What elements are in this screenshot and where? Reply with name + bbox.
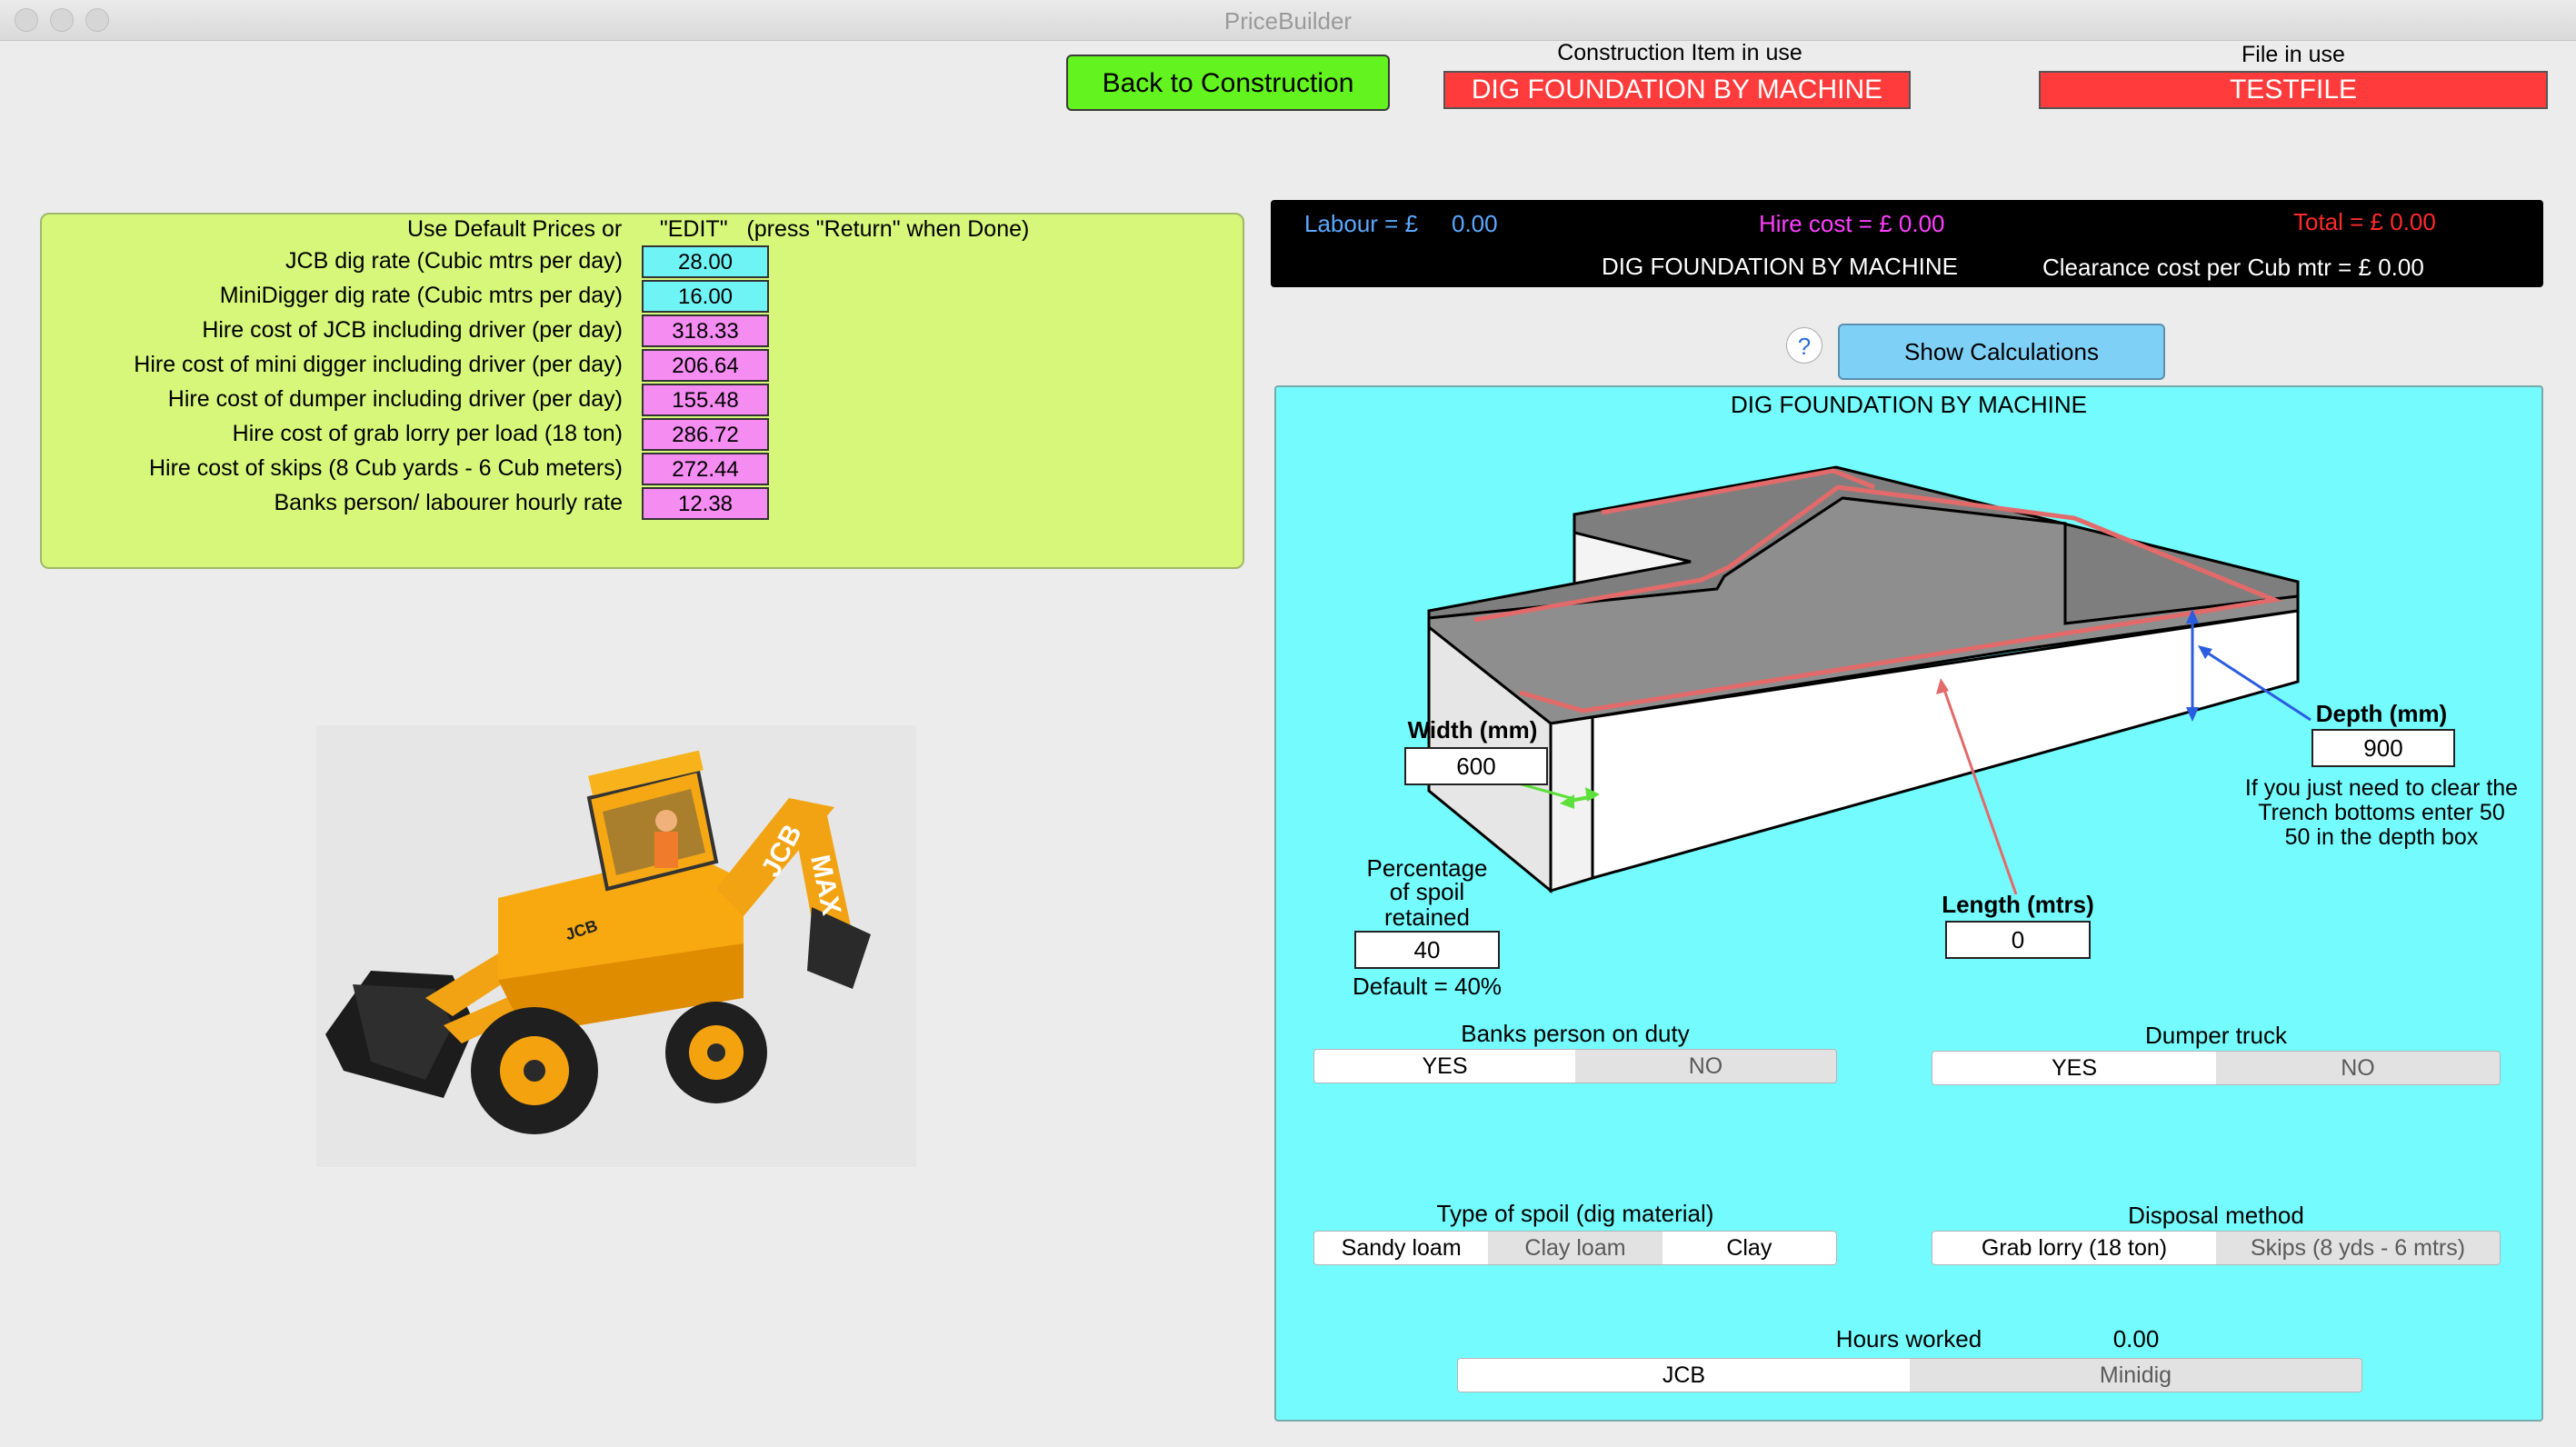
banks-person-rate-label: Banks person/ labourer hourly rate <box>274 490 623 515</box>
window-title: PriceBuilder <box>1223 7 1353 35</box>
dumper-no-option[interactable]: NO <box>2216 1052 2500 1084</box>
jcb-digger-image: JCB JCB MAX <box>316 725 916 1167</box>
construction-item-value: DIG FOUNDATION BY MACHINE <box>1443 71 1911 109</box>
spoil-type-label: Type of spoil (dig material) <box>1436 1200 1714 1227</box>
minidigger-dig-rate-label: MiniDigger dig rate (Cubic mtrs per day) <box>219 283 623 308</box>
show-calculations-button[interactable]: Show Calculations <box>1838 324 2165 380</box>
length-label: Length (mtrs) <box>1942 891 2094 918</box>
help-icon[interactable]: ? <box>1786 327 1822 364</box>
grab-lorry-cost-field[interactable]: 286.72 <box>642 418 769 451</box>
dumper-hire-cost-field[interactable]: 155.48 <box>642 384 769 416</box>
sandy-loam-option[interactable]: Sandy loam <box>1314 1232 1489 1264</box>
jcb-hire-cost-label: Hire cost of JCB including driver (per d… <box>202 317 623 343</box>
labour-label: Labour = £ <box>1304 210 1419 237</box>
mini-digger-hire-cost-label: Hire cost of mini digger including drive… <box>134 352 623 377</box>
spoil-type-selector: Sandy loam Clay loam Clay <box>1313 1231 1837 1265</box>
hire-cost-summary: Hire cost = £ 0.00 <box>1759 210 1945 237</box>
disposal-method-label: Disposal method <box>2128 1202 2304 1229</box>
depth-label: Depth (mm) <box>2315 700 2448 727</box>
depth-note-line-3: 50 in the depth box <box>2284 824 2479 850</box>
spoil-retained-label-2: of spoil <box>1389 878 1465 905</box>
dumper-truck-label: Dumper truck <box>2144 1022 2288 1049</box>
labour-value: 0.00 <box>1452 210 1498 237</box>
hours-worked-value: 0.00 <box>2112 1325 2160 1352</box>
spoil-default-note: Default = 40% <box>1352 973 1503 1000</box>
file-in-use-label: File in use <box>2242 42 2345 67</box>
skips-option[interactable]: Skips (8 yds - 6 mtrs) <box>2216 1232 2500 1264</box>
machine-selector: JCB Minidig <box>1457 1358 2362 1392</box>
dumper-hire-cost-label: Hire cost of dumper including driver (pe… <box>167 386 623 412</box>
total-summary: Total = £ 0.00 <box>2293 208 2436 235</box>
mini-digger-hire-cost-field[interactable]: 206.64 <box>642 349 769 382</box>
construction-item-label: Construction Item in use <box>1557 40 1802 65</box>
minidig-option[interactable]: Minidig <box>1910 1359 2361 1392</box>
spoil-retained-input[interactable]: 40 <box>1354 931 1500 969</box>
length-input[interactable]: 0 <box>1945 921 2091 959</box>
spoil-retained-label-3: retained <box>1384 903 1470 931</box>
minidigger-dig-rate-field[interactable]: 16.00 <box>642 280 769 313</box>
depth-note-line-2: Trench bottoms enter 50 <box>2258 800 2505 825</box>
dumper-yes-option[interactable]: YES <box>1932 1052 2216 1084</box>
clearance-cost-summary: Clearance cost per Cub mtr = £ 0.00 <box>2042 254 2424 281</box>
disposal-method-selector: Grab lorry (18 ton) Skips (8 yds - 6 mtr… <box>1932 1231 2501 1265</box>
summary-item-name: DIG FOUNDATION BY MACHINE <box>1602 253 1958 280</box>
jcb-dig-rate-label: JCB dig rate (Cubic mtrs per day) <box>285 248 623 274</box>
width-label: Width (mm) <box>1407 716 1538 743</box>
banks-person-rate-field[interactable]: 12.38 <box>642 487 769 520</box>
jcb-dig-rate-field[interactable]: 28.00 <box>642 245 769 278</box>
digger-illustration: JCB JCB MAX <box>325 750 871 1134</box>
clay-option[interactable]: Clay <box>1662 1232 1836 1264</box>
skips-hire-cost-field[interactable]: 272.44 <box>642 453 769 485</box>
banks-no-option[interactable]: NO <box>1575 1050 1836 1083</box>
banks-person-label: Banks person on duty <box>1461 1020 1690 1047</box>
grab-lorry-option[interactable]: Grab lorry (18 ton) <box>1932 1232 2216 1264</box>
depth-input[interactable]: 900 <box>2311 729 2455 767</box>
banks-yes-option[interactable]: YES <box>1314 1050 1575 1083</box>
file-in-use-value: TESTFILE <box>2039 71 2548 109</box>
clay-loam-option[interactable]: Clay loam <box>1488 1232 1662 1264</box>
prices-heading: Use Default Prices or "EDIT" (press "Ret… <box>407 216 1030 242</box>
back-to-construction-button[interactable]: Back to Construction <box>1066 55 1390 111</box>
depth-note-line-1: If you just need to clear the <box>2244 775 2519 801</box>
jcb-hire-cost-field[interactable]: 318.33 <box>642 314 769 347</box>
jcb-option[interactable]: JCB <box>1458 1359 1910 1392</box>
grab-lorry-cost-label: Hire cost of grab lorry per load (18 ton… <box>232 421 623 446</box>
dumper-truck-toggle: YES NO <box>1932 1051 2501 1085</box>
banks-person-toggle: YES NO <box>1313 1049 1837 1083</box>
skips-hire-cost-label: Hire cost of skips (8 Cub yards - 6 Cub … <box>149 455 623 481</box>
width-input[interactable]: 600 <box>1404 747 1548 785</box>
hours-worked-label: Hours worked <box>1835 1325 1982 1352</box>
